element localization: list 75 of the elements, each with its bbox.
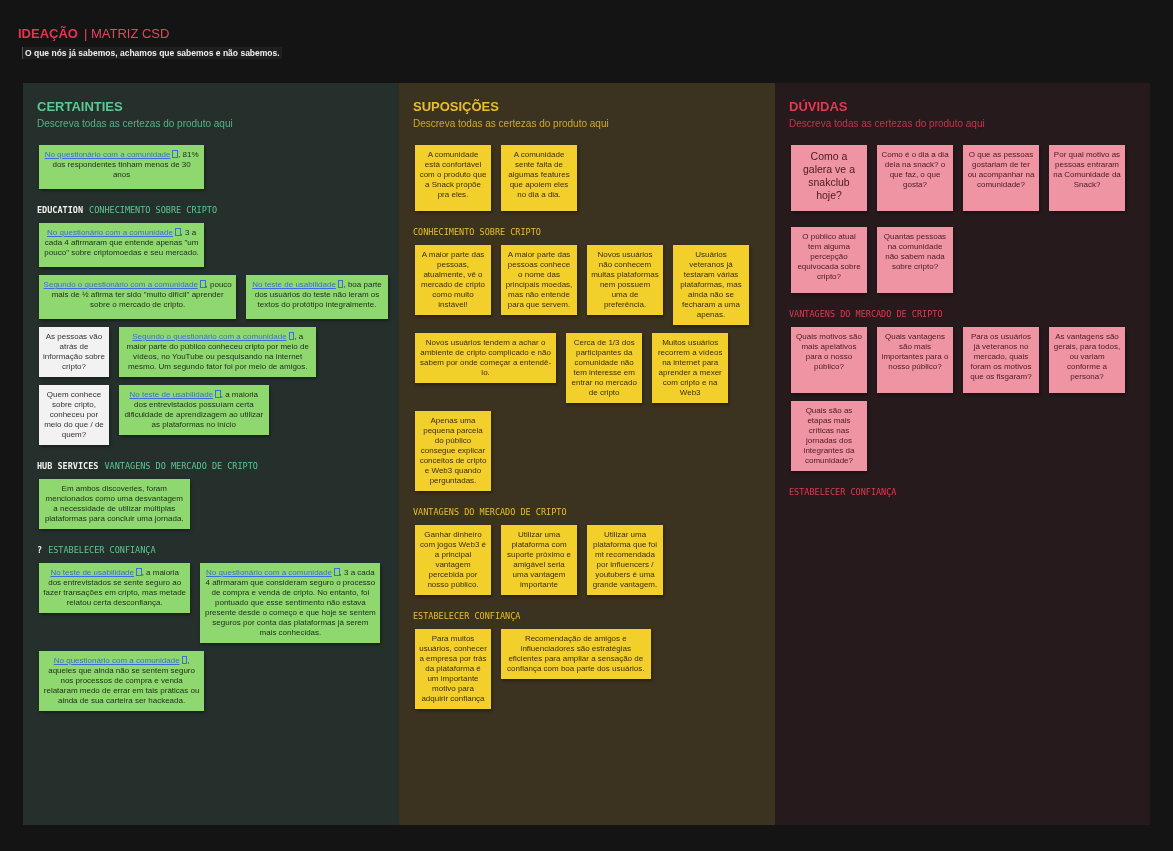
note-text: A comunidade sente falta de algumas features que apoiem eles no dia a dia. bbox=[507, 150, 571, 200]
note-text: Apenas uma pequena parcela do público consegue explicar conceitos de cripto e Web3 quando perguntadas. bbox=[419, 416, 487, 486]
section-title: ESTABELECER CONFIANÇA bbox=[413, 611, 521, 621]
box-icon bbox=[215, 390, 221, 398]
box-icon bbox=[172, 150, 179, 158]
box-icon bbox=[333, 568, 340, 576]
note-text: O público atual tem alguma percepção equivocada sobre cripto? bbox=[796, 232, 862, 282]
link[interactable]: No teste de usabilidade bbox=[129, 390, 221, 399]
note-text: Para muitos usuários, conhecer a empresa por trás da plataforma é um importante motivo para adquirir confiança bbox=[419, 634, 487, 704]
note-text: No questionário com a comunidade , 3 a cada 4 afirmaram que consideram seguro o processo de compra e venda de cripto. No entanto, foi pontuado que esse sentimento não estava presente desde o começo e que hoje se sentem seguros por conta das plataformas já serem mais conhecidas. bbox=[204, 568, 377, 638]
note-text: A comunidade está confortável com o produto que a Snack propõe pra eles. bbox=[419, 150, 487, 200]
box-icon bbox=[174, 228, 181, 236]
note-text: O que as pessoas gostariam de ter ou acompanhar na comunidade? bbox=[967, 150, 1035, 190]
note-text: No teste de usabilidade , a maioria dos entrevistados se sente seguro ao fazer transações em cripto, mas metade relatou certa desconfiança. bbox=[43, 568, 187, 608]
note-text: Utilizar uma plataforma que foi mt recomendada por influencers / youtubers é uma grande vantagem. bbox=[591, 530, 659, 590]
section-title: ESTABELECER CONFIANÇA bbox=[48, 545, 156, 555]
note-text: Segundo o questionário com a comunidade , pouco mais de ½ afirma ter sido "muito difícil" aprender sobre o mercado de cripto. bbox=[43, 280, 233, 310]
note-text: No questionário com a comunidade , aqueles que ainda não se sentem seguro nos processos de compra e venda relataram medo de errar em tais práticas ou ainda de sua carteira ser hackeada. bbox=[43, 656, 201, 706]
note-text: No teste de usabilidade , a maioria dos entrevistados possuíam certa dificuldade de aprendizagem ao utilizar as plataformas no início bbox=[123, 390, 265, 430]
link[interactable]: No questionário com a comunidade bbox=[47, 228, 181, 237]
note-text: As pessoas vão atrás de informação sobre cripto? bbox=[43, 332, 105, 372]
note-text: Quais vantagens são mais importantes para o nosso público? bbox=[881, 332, 949, 372]
box-icon bbox=[288, 332, 295, 340]
page-title: IDEAÇÃO bbox=[18, 26, 78, 41]
note-text: Utilizar uma plataforma com suporte próximo e amigável seria uma vantagem importante bbox=[506, 530, 572, 590]
column-subtitle: Descreva todas as certezas do produto aqui bbox=[413, 118, 610, 129]
note-text: As vantagens são gerais, para todos, ou variam conforme a persona? bbox=[1053, 332, 1121, 382]
box-icon bbox=[199, 280, 206, 288]
column-title: DÚVIDAS bbox=[789, 99, 849, 114]
note-text: No questionário com a comunidade , 3 a cada 4 afirmaram que entende apenas "um pouco" sobre criptomoedas e seu mercado. bbox=[43, 228, 200, 258]
note-text: Para os usuários já veteranos no mercado, quais foram os motivos que os fisgaram? bbox=[969, 332, 1033, 382]
note-text: Como a galera ve a snakclub hoje? bbox=[802, 150, 856, 203]
link[interactable]: No teste de usabilidade bbox=[50, 568, 142, 577]
link[interactable]: Segundo o questionário com a comunidade bbox=[132, 332, 295, 341]
note-text: Muitos usuários recorrem a vídeos na internet para aprender a mexer com cripto e na Web3 bbox=[656, 338, 724, 398]
note-text: A maior parte das pessoas, atualmente, vê o mercado de cripto como muito instável! bbox=[420, 250, 486, 310]
note-text: No teste de usabilidade , boa parte dos usuários do teste não leram os textos do protótipo integralmente. bbox=[251, 280, 383, 310]
note-text: Quais motivos são mais apelativos para o nosso público? bbox=[795, 332, 863, 372]
note-text: Novos usuários não conhecem muitas plataformas nem possuem uma de preferência. bbox=[591, 250, 659, 310]
section-title: VANTAGENS DO MERCADO DE CRIPTO bbox=[789, 309, 943, 319]
page-subtitle: | MATRIZ CSD bbox=[83, 26, 170, 41]
note-text: Quais são as etapas mais críticas nas jornadas dos integrantes da comunidade? bbox=[802, 406, 856, 466]
box-icon bbox=[181, 656, 188, 664]
note-text: No questionário com a comunidade , 81% dos respondentes tinham menos de 30 anos bbox=[43, 150, 200, 180]
note-text: Quantas pessoas na comunidade não sabem nada sobre cripto? bbox=[882, 232, 948, 272]
note-text: Novos usuários tendem a achar o ambiente de cripto complicado e não sabem por onde começar a entendê-lo. bbox=[419, 338, 553, 378]
column-title: SUPOSIÇÕES bbox=[413, 99, 500, 114]
column-subtitle: Descreva todas as certezas do produto aqui bbox=[37, 118, 234, 129]
column-title: CERTAINTIES bbox=[37, 99, 124, 114]
note-text: Em ambos discoveries, foram mencionados como uma desvantagem a necessidade de utilizar múltiplas plataformas para concluir uma jornada. bbox=[43, 484, 185, 524]
section-title: VANTAGENS DO MERCADO DE CRIPTO bbox=[413, 507, 567, 517]
section-title: ESTABELECER CONFIANÇA bbox=[789, 487, 897, 497]
note-text: Por qual motivo as pessoas entraram na Comunidade da Snack? bbox=[1053, 150, 1121, 190]
note-text: Ganhar dinheiro com jogos Web3 é a principal vantagem percebida por nosso público. bbox=[419, 530, 487, 590]
section-tag: EDUCATION bbox=[37, 205, 84, 215]
note-text: Como é o dia a dia dela na snack? o que faz, o que gosta? bbox=[881, 150, 949, 190]
link[interactable]: No questionário com a comunidade bbox=[206, 568, 340, 577]
section-title: VANTAGENS DO MERCADO DE CRIPTO bbox=[104, 461, 258, 471]
section-title: CONHECIMENTO SOBRE CRIPTO bbox=[413, 227, 541, 237]
section-tag: ? bbox=[37, 545, 43, 555]
column-subtitle: Descreva todas as certezas do produto aqui bbox=[789, 118, 986, 129]
box-icon bbox=[136, 568, 142, 576]
box-icon bbox=[337, 280, 344, 288]
link[interactable]: No questionário com a comunidade bbox=[53, 656, 188, 665]
section-tag: HUB SERVICES bbox=[37, 461, 99, 471]
note-text: Usuários veteranos já testaram várias plataformas, mas ainda não se fecharam a uma apenas. bbox=[679, 250, 743, 320]
page-description: O que nós já sabemos, achamos que sabemos e não sabemos. bbox=[22, 47, 282, 59]
link[interactable]: Segundo o questionário com a comunidade bbox=[43, 280, 206, 289]
note-text: Recomendação de amigos e influenciadores são estratégias eficientes para ampliar a sensação de confiança com boa parte dos usuários. bbox=[506, 634, 646, 674]
note-text: Segundo o questionário com a comunidade , a maior parte do público conheceu cripto por meio de vídeos, no YouTube ou pesquisando na internet mesmo. Um segundo fator foi por meio de amigos. bbox=[125, 332, 310, 372]
section-title: CONHECIMENTO SOBRE CRIPTO bbox=[89, 205, 217, 215]
note-text: Cerca de 1/3 dos participantes da comunidade não tem interesse em entrar no mercado de cripto bbox=[570, 338, 638, 398]
note-text: A maior parte das pessoas conhece o nome das principais moedas, mas não entende para que servem. bbox=[505, 250, 573, 310]
link[interactable]: No teste de usabilidade bbox=[252, 280, 344, 289]
note-text: Quem conhece sobre cripto, conheceu por meio do que / de quem? bbox=[43, 390, 105, 440]
